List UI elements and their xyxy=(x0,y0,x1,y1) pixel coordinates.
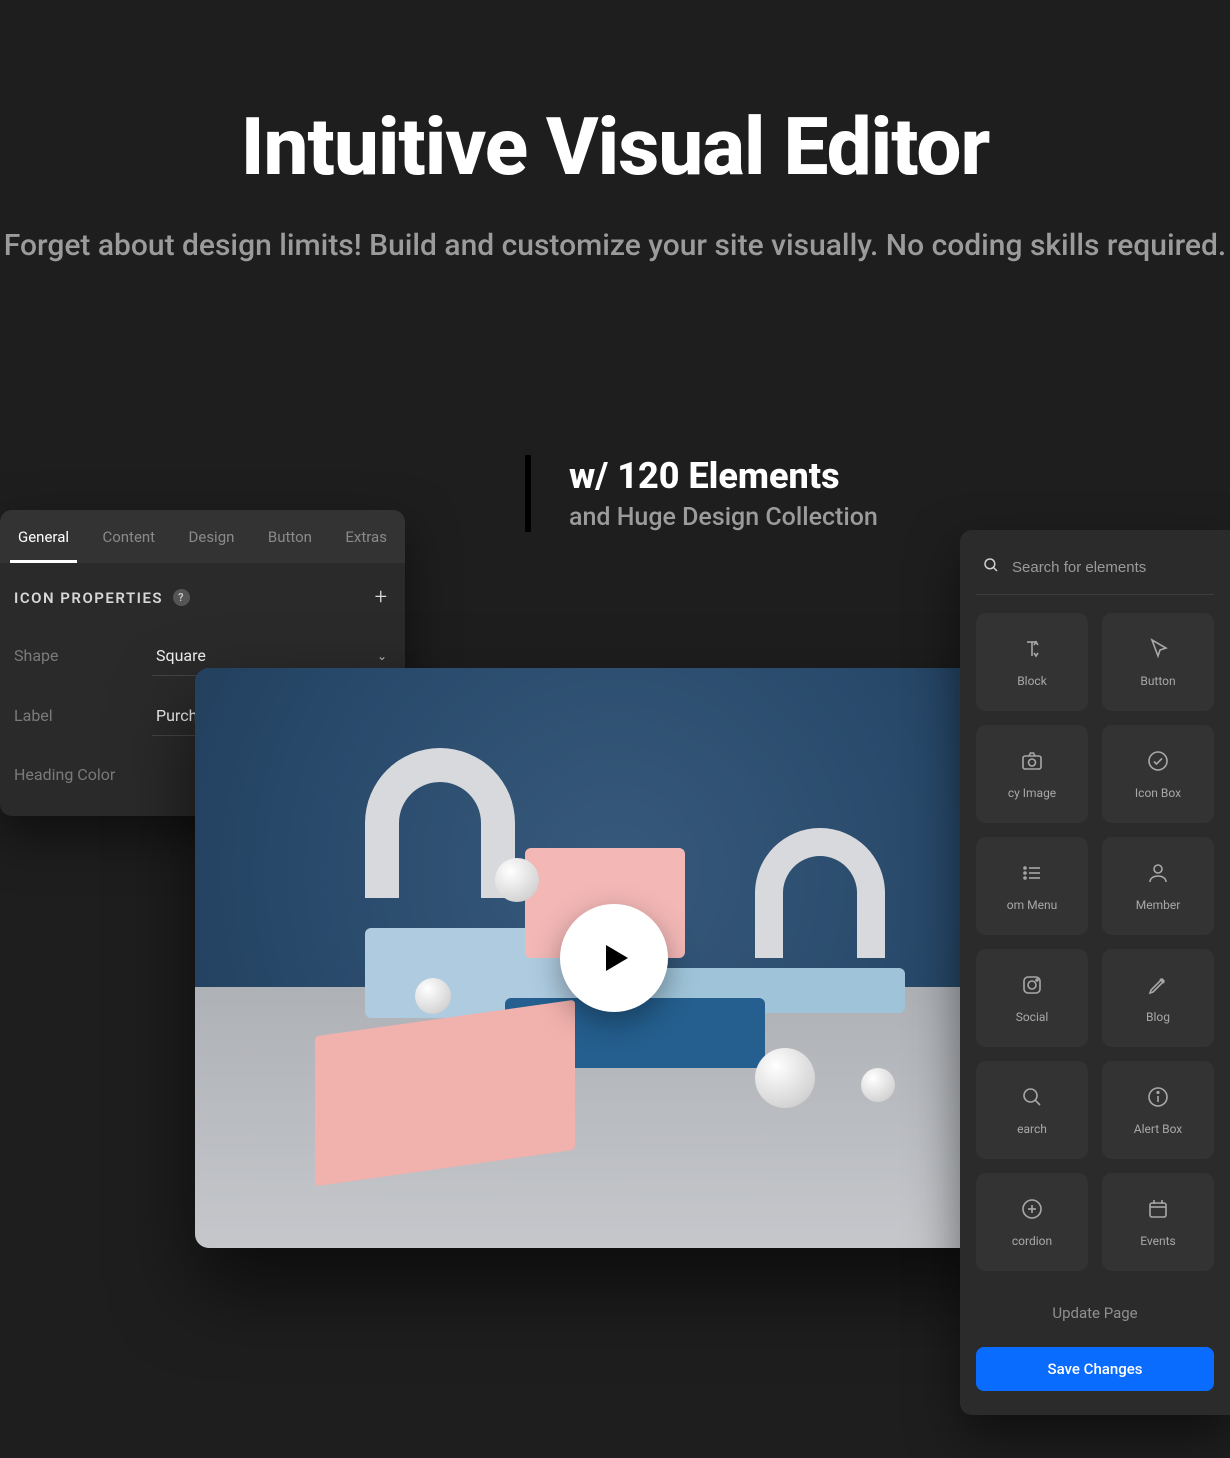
tab-extras[interactable]: Extras xyxy=(337,510,395,563)
elements-panel: Block Button cy Image Icon Box om Menu Member… xyxy=(960,530,1230,1415)
save-changes-button[interactable]: Save Changes xyxy=(976,1347,1214,1391)
tile-label: Member xyxy=(1136,898,1181,912)
chevron-down-icon: ⌄ xyxy=(377,649,387,663)
element-tile-cy-image[interactable]: cy Image xyxy=(976,725,1088,823)
instagram-icon xyxy=(1020,972,1044,998)
element-tile-member[interactable]: Member xyxy=(1102,837,1214,935)
text-height-icon xyxy=(1020,636,1044,662)
elements-subheading: w/ 120 Elements and Huge Design Collecti… xyxy=(525,455,878,532)
elements-tagline: and Huge Design Collection xyxy=(569,503,878,532)
element-tile-social[interactable]: Social xyxy=(976,949,1088,1047)
user-icon xyxy=(1146,860,1170,886)
add-property-button[interactable]: + xyxy=(375,585,387,610)
decorative-shape xyxy=(861,1068,895,1102)
tab-button[interactable]: Button xyxy=(260,510,320,563)
properties-tabs: General Content Design Button Extras xyxy=(0,510,405,563)
page-title: Intuitive Visual Editor xyxy=(0,100,1230,194)
video-preview xyxy=(195,668,1033,1248)
decorative-shape xyxy=(495,858,539,902)
update-page-button[interactable]: Update Page xyxy=(976,1291,1214,1335)
tile-label: Icon Box xyxy=(1135,786,1181,800)
check-circle-icon xyxy=(1146,748,1170,774)
decorative-shape xyxy=(415,978,451,1014)
elements-count: w/ 120 Elements xyxy=(569,455,878,497)
element-tile-blog[interactable]: Blog xyxy=(1102,949,1214,1047)
calendar-icon xyxy=(1146,1196,1170,1222)
pen-icon xyxy=(1146,972,1170,998)
decorative-shape xyxy=(755,828,885,958)
element-tile-button[interactable]: Button xyxy=(1102,613,1214,711)
tile-label: cy Image xyxy=(1008,786,1056,800)
plus-circle-icon xyxy=(1020,1196,1044,1222)
tab-content[interactable]: Content xyxy=(94,510,163,563)
shape-value: Square xyxy=(156,646,206,665)
tile-label: cordion xyxy=(1012,1234,1052,1248)
search-bar xyxy=(976,548,1214,595)
element-tile-icon-box[interactable]: Icon Box xyxy=(1102,725,1214,823)
decorative-shape xyxy=(365,748,515,898)
tile-label: Button xyxy=(1140,674,1175,688)
element-tile-block[interactable]: Block xyxy=(976,613,1088,711)
cursor-icon xyxy=(1146,636,1170,662)
tile-label: Social xyxy=(1016,1010,1049,1024)
menu-list-icon xyxy=(1020,860,1044,886)
section-title: ICON PROPERTIES xyxy=(14,589,163,607)
play-button[interactable] xyxy=(560,904,668,1012)
decorative-shape xyxy=(755,1048,815,1108)
label-label: Label xyxy=(14,706,132,725)
search-icon xyxy=(982,556,1000,578)
tile-label: earch xyxy=(1017,1122,1047,1136)
search-input[interactable] xyxy=(1012,559,1208,576)
tile-label: Events xyxy=(1140,1234,1176,1248)
tile-label: om Menu xyxy=(1007,898,1057,912)
tab-general[interactable]: General xyxy=(10,510,77,563)
camera-icon xyxy=(1020,748,1044,774)
tile-label: Block xyxy=(1017,674,1047,688)
element-tile-cordion[interactable]: cordion xyxy=(976,1173,1088,1271)
search-icon xyxy=(1020,1084,1044,1110)
element-tile-om-menu[interactable]: om Menu xyxy=(976,837,1088,935)
shape-label: Shape xyxy=(14,646,132,665)
element-tile-events[interactable]: Events xyxy=(1102,1173,1214,1271)
info-icon xyxy=(1146,1084,1170,1110)
element-tile-alert-box[interactable]: Alert Box xyxy=(1102,1061,1214,1159)
heading-color-label: Heading Color xyxy=(14,765,132,784)
tile-label: Blog xyxy=(1146,1010,1170,1024)
tab-design[interactable]: Design xyxy=(181,510,243,563)
help-icon[interactable]: ? xyxy=(173,589,190,606)
tile-label: Alert Box xyxy=(1134,1122,1183,1136)
page-subtitle: Forget about design limits! Build and cu… xyxy=(0,224,1230,268)
element-tile-earch[interactable]: earch xyxy=(976,1061,1088,1159)
